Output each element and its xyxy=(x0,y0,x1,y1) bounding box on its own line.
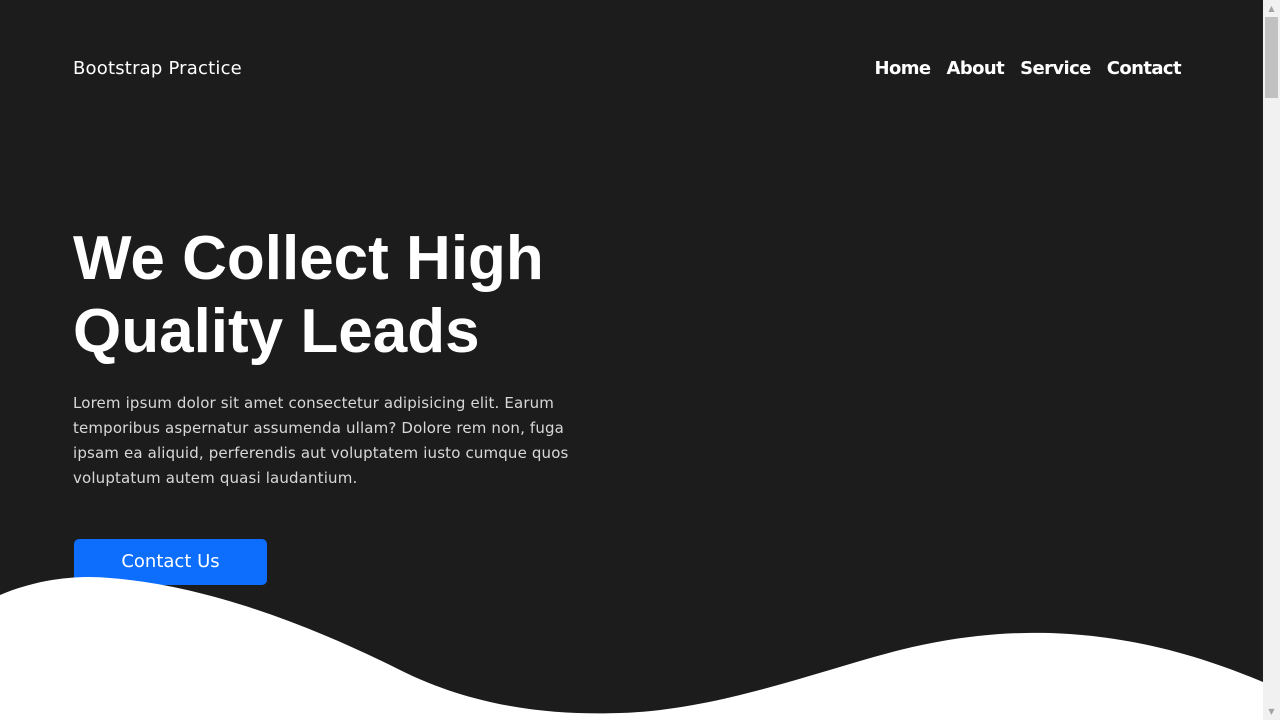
hero-title: We Collect High Quality Leads xyxy=(73,222,633,368)
chevron-up-icon[interactable]: ▲ xyxy=(1263,0,1280,17)
brand-logo[interactable]: Bootstrap Practice xyxy=(73,56,242,82)
nav-link-about[interactable]: About xyxy=(947,56,1005,82)
nav-links: Home About Service Contact xyxy=(875,56,1182,82)
wave-divider xyxy=(0,576,1263,720)
nav-link-contact[interactable]: Contact xyxy=(1107,56,1182,82)
vertical-scrollbar[interactable]: ▲ ▼ xyxy=(1263,0,1280,720)
navbar: Bootstrap Practice Home About Service Co… xyxy=(73,56,1182,82)
scrollbar-thumb[interactable] xyxy=(1265,17,1278,98)
page: Bootstrap Practice Home About Service Co… xyxy=(0,0,1263,720)
hero-description: Lorem ipsum dolor sit amet consectetur a… xyxy=(73,394,569,487)
hero-title-line-2: Quality Leads xyxy=(73,297,480,366)
wave-shape xyxy=(0,576,1263,720)
nav-link-service[interactable]: Service xyxy=(1020,56,1091,82)
hero-title-line-1: We Collect High xyxy=(73,224,544,293)
chevron-down-icon[interactable]: ▼ xyxy=(1263,703,1280,720)
nav-link-home[interactable]: Home xyxy=(875,56,932,82)
